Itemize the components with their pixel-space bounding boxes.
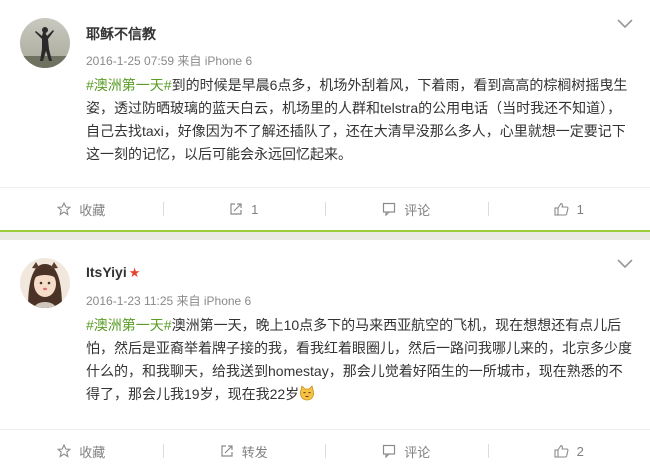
thumbs-up-icon — [554, 202, 569, 216]
chevron-down-icon[interactable] — [616, 258, 634, 270]
weibo-post-1: 耶稣不信教 2016-1-25 07:59 来自 iPhone 6 #澳洲第一天… — [0, 0, 650, 230]
favorite-label: 收藏 — [79, 202, 106, 218]
comment-button[interactable]: 评论 — [325, 188, 488, 230]
post-text: #澳洲第一天#澳洲第一天，晚上10点多下的马来西亚航空的飞机，现在想想还有点儿后… — [86, 314, 632, 406]
star-icon — [57, 202, 72, 216]
chevron-down-icon[interactable] — [616, 18, 634, 30]
username[interactable]: 耶稣不信教 — [86, 24, 156, 44]
vip-badge-icon: ★ — [128, 265, 141, 280]
repost-icon — [230, 203, 242, 215]
like-count: 2 — [576, 443, 584, 459]
favorite-button[interactable]: 收藏 — [0, 430, 163, 472]
like-button[interactable]: 1 — [487, 188, 650, 230]
like-count: 1 — [576, 201, 584, 217]
username-text: ItsYiyi — [86, 264, 127, 280]
cat-face-emoji-icon — [300, 385, 315, 401]
comment-icon — [383, 202, 396, 216]
action-bar: 收藏 转发 评论 2 — [0, 429, 650, 472]
repost-button[interactable]: 1 — [162, 188, 326, 230]
post-text: #澳洲第一天#到的时候是早晨6点多，机场外刮着风，下着雨，看到高高的棕榈树摇曳生… — [86, 74, 632, 166]
topic-tag[interactable]: #澳洲第一天# — [86, 317, 172, 333]
repost-label: 转发 — [241, 444, 268, 460]
favorite-button[interactable]: 收藏 — [0, 188, 163, 230]
repost-count: 1 — [251, 201, 259, 217]
topic-tag[interactable]: #澳洲第一天# — [86, 77, 172, 93]
username[interactable]: ItsYiyi ★ — [86, 264, 140, 281]
repost-icon — [221, 445, 233, 457]
like-button[interactable]: 2 — [487, 430, 650, 472]
action-bar: 收藏 1 评论 1 — [0, 187, 650, 230]
avatar[interactable] — [20, 18, 70, 68]
thumbs-up-icon — [554, 444, 569, 458]
post-divider — [0, 230, 650, 240]
comment-label: 评论 — [404, 202, 431, 218]
repost-button[interactable]: 转发 — [162, 430, 326, 472]
favorite-label: 收藏 — [79, 444, 106, 460]
star-icon — [57, 444, 72, 458]
comment-button[interactable]: 评论 — [325, 430, 488, 472]
comment-icon — [383, 444, 396, 458]
comment-label: 评论 — [404, 444, 431, 460]
weibo-post-2: ItsYiyi ★ 2016-1-23 11:25 来自 iPhone 6 #澳洲… — [0, 240, 650, 472]
avatar[interactable] — [20, 258, 70, 308]
post-meta: 2016-1-25 07:59 来自 iPhone 6 — [86, 54, 253, 68]
post-meta: 2016-1-23 11:25 来自 iPhone 6 — [86, 294, 252, 308]
